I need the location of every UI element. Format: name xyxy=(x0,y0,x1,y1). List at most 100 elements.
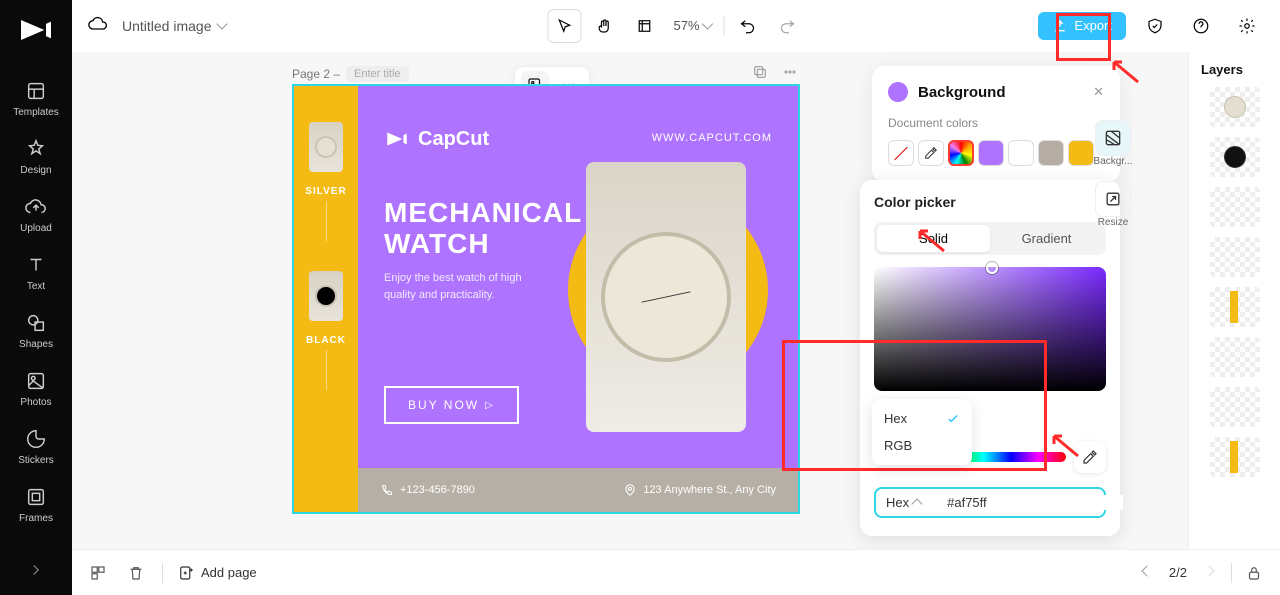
resize-icon xyxy=(1103,189,1123,209)
sidebar-item-text[interactable]: Text xyxy=(0,244,72,302)
brand-url: WWW.CAPCUT.COM xyxy=(652,132,772,144)
color-gray[interactable] xyxy=(1038,140,1064,166)
color-transparent[interactable] xyxy=(888,140,914,166)
format-option-rgb[interactable]: RGB xyxy=(872,432,972,459)
page-number-label: Page 2 – xyxy=(292,67,340,81)
tab-solid[interactable]: Solid xyxy=(877,225,990,252)
color-purple[interactable] xyxy=(978,140,1004,166)
layer-item[interactable] xyxy=(1210,237,1260,277)
color-eyedropper[interactable] xyxy=(918,140,944,166)
frames-icon xyxy=(25,486,47,508)
help-button[interactable] xyxy=(1184,9,1218,43)
format-selected: Hex xyxy=(886,495,909,510)
add-page-label: Add page xyxy=(201,565,257,580)
chevron-up-icon xyxy=(911,498,922,509)
layer-item[interactable] xyxy=(1210,87,1260,127)
background-tool-button[interactable]: Backgr... xyxy=(1084,116,1142,171)
next-page-button[interactable] xyxy=(1197,561,1221,585)
layer-item[interactable] xyxy=(1210,187,1260,227)
lock-button[interactable] xyxy=(1242,561,1266,585)
page-indicator: 2/2 xyxy=(1169,565,1187,580)
prev-page-button[interactable] xyxy=(1135,561,1159,585)
cloud-sync-button[interactable] xyxy=(88,14,108,37)
brand-row: CapCut xyxy=(384,126,489,152)
sidebar-item-design[interactable]: Design xyxy=(0,128,72,186)
saturation-area[interactable] xyxy=(874,267,1106,391)
headline: MECHANICAL WATCH xyxy=(384,198,582,260)
sidebar-label-stickers: Stickers xyxy=(18,455,54,466)
color-picker-swatch[interactable] xyxy=(948,140,974,166)
resize-tool-button[interactable]: Resize xyxy=(1084,177,1142,232)
eyedropper-button[interactable] xyxy=(1074,441,1106,473)
bottombar: Add page 2/2 xyxy=(72,549,1280,595)
sidebar-label-frames: Frames xyxy=(19,513,53,524)
sidebar-item-photos[interactable]: Photos xyxy=(0,360,72,418)
check-icon xyxy=(946,412,960,426)
sidebar-label-photos: Photos xyxy=(20,397,51,408)
sidebar-item-shapes[interactable]: Shapes xyxy=(0,302,72,360)
sidebar-item-stickers[interactable]: Stickers xyxy=(0,418,72,476)
watch-thumb-silver xyxy=(309,122,343,172)
project-title-text: Untitled image xyxy=(122,18,212,34)
shield-icon xyxy=(1146,17,1164,35)
phone-info: +123-456-7890 xyxy=(380,483,475,497)
photos-icon xyxy=(25,370,47,392)
sidebar-label-upload: Upload xyxy=(20,223,52,234)
trash-icon xyxy=(127,564,145,582)
sidebar-item-templates[interactable]: Templates xyxy=(0,70,72,128)
duplicate-page-button[interactable] xyxy=(752,64,768,83)
hex-value-input[interactable] xyxy=(931,495,1123,510)
redo-icon xyxy=(779,17,797,35)
strip-label-black: BLACK xyxy=(306,335,346,346)
crop-tool-button[interactable] xyxy=(627,9,661,43)
capcut-logo-icon xyxy=(384,126,410,152)
color-white[interactable] xyxy=(1008,140,1034,166)
delete-page-button[interactable] xyxy=(124,561,148,585)
redo-button[interactable] xyxy=(771,9,805,43)
sidebar-expand-button[interactable] xyxy=(21,555,51,585)
picker-tabs: Solid Gradient xyxy=(874,222,1106,255)
settings-button[interactable] xyxy=(1230,9,1264,43)
layers-panel: Layers xyxy=(1188,52,1280,549)
side-strip: SILVER BLACK xyxy=(294,86,358,512)
layer-item[interactable] xyxy=(1210,287,1260,327)
sidebar-item-frames[interactable]: Frames xyxy=(0,476,72,534)
zoom-dropdown[interactable]: 57% xyxy=(667,18,717,33)
design-footer: +123-456-7890 123 Anywhere St., Any City xyxy=(358,468,798,512)
pages-grid-button[interactable] xyxy=(86,561,110,585)
design-icon xyxy=(25,138,47,160)
saturation-handle[interactable] xyxy=(986,262,998,274)
export-button[interactable]: Export xyxy=(1038,12,1126,40)
select-tool-button[interactable] xyxy=(547,9,581,43)
format-hex-label: Hex xyxy=(884,411,907,426)
chevron-right-icon xyxy=(27,561,45,579)
app-logo[interactable] xyxy=(16,10,56,50)
upload-icon xyxy=(25,196,47,218)
background-panel-title: Background xyxy=(918,84,1006,101)
page-actions xyxy=(752,64,798,83)
divider xyxy=(162,563,163,583)
design-canvas[interactable]: SILVER BLACK CapCut WWW.CAPCUT.COM MECHA… xyxy=(292,84,800,514)
layer-item[interactable] xyxy=(1210,337,1260,377)
layer-item[interactable] xyxy=(1210,137,1260,177)
hand-tool-button[interactable] xyxy=(587,9,621,43)
sidebar-item-upload[interactable]: Upload xyxy=(0,186,72,244)
format-dropdown[interactable]: Hex xyxy=(886,495,931,510)
export-label: Export xyxy=(1074,18,1112,33)
shield-button[interactable] xyxy=(1138,9,1172,43)
divider xyxy=(724,16,725,36)
background-icon xyxy=(1103,128,1123,148)
project-title[interactable]: Untitled image xyxy=(122,18,226,34)
stickers-icon xyxy=(25,428,47,450)
close-background-panel-button[interactable]: ✕ xyxy=(1093,84,1104,100)
divider xyxy=(1231,563,1232,583)
layer-item[interactable] xyxy=(1210,387,1260,427)
format-option-hex[interactable]: Hex xyxy=(872,405,972,432)
undo-button[interactable] xyxy=(731,9,765,43)
page-title-input[interactable]: Enter title xyxy=(346,66,408,82)
layer-item[interactable] xyxy=(1210,437,1260,477)
current-bg-swatch xyxy=(888,82,908,102)
page-more-button[interactable] xyxy=(782,64,798,83)
background-tool-label: Backgr... xyxy=(1094,156,1133,167)
add-page-button[interactable]: Add page xyxy=(177,564,257,582)
